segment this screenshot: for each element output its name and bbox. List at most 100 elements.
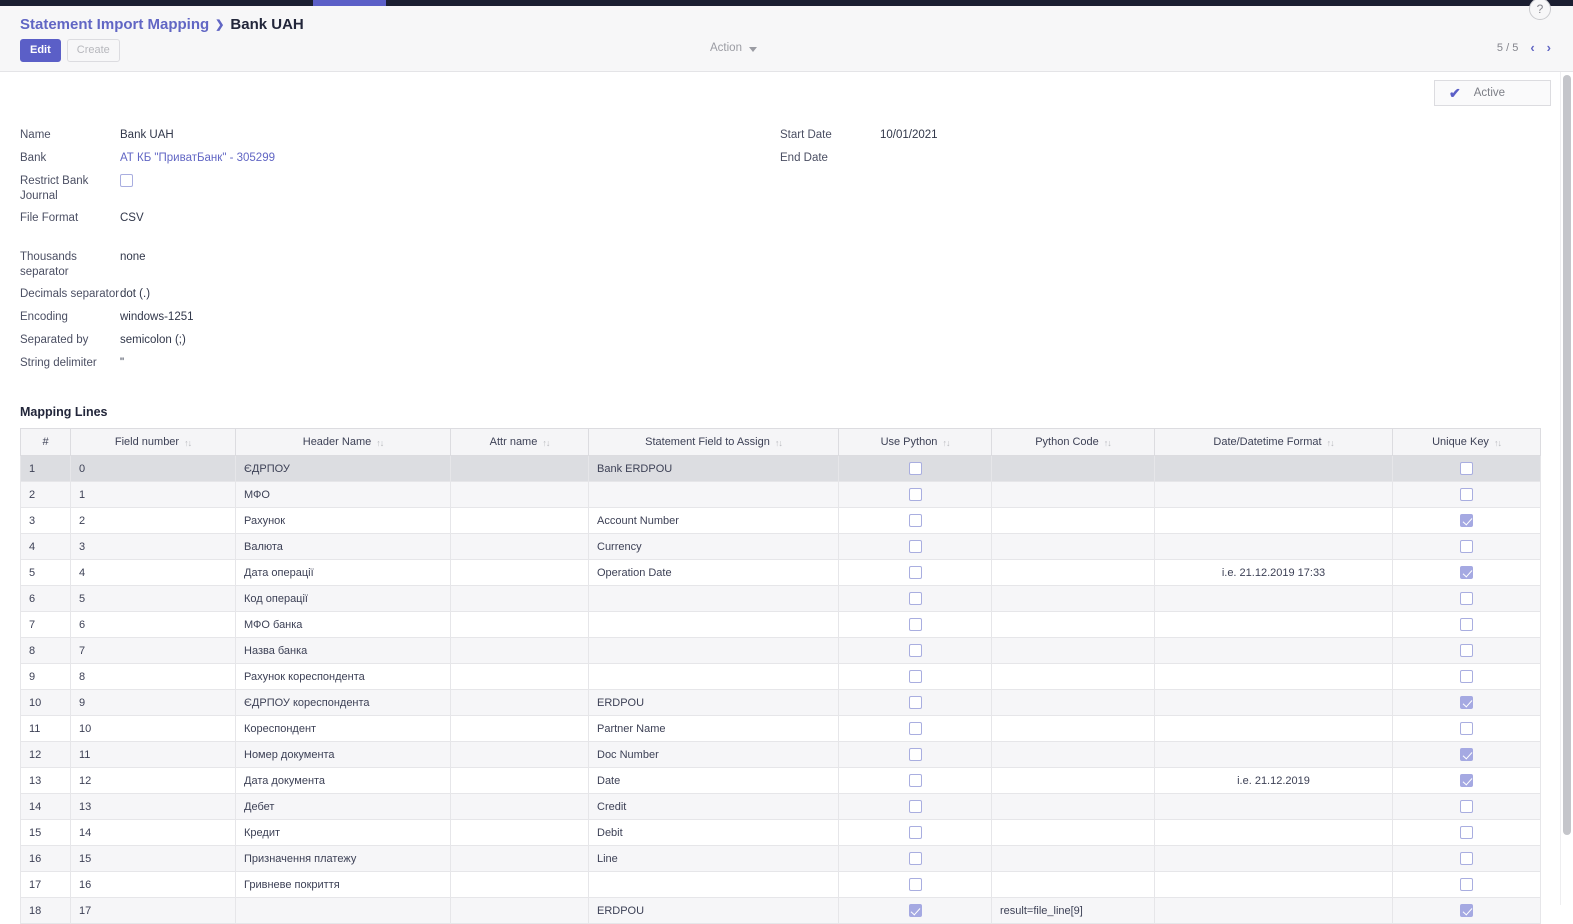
- cell-use-python[interactable]: [838, 663, 992, 690]
- sort-arrows-icon[interactable]: ↑↓: [542, 438, 550, 448]
- use-python-checkbox[interactable]: [908, 462, 922, 475]
- use-python-checkbox[interactable]: [908, 748, 922, 761]
- cell-unique-key[interactable]: [1392, 871, 1541, 898]
- cell-use-python[interactable]: [838, 871, 992, 898]
- column-header-field-number[interactable]: Field number ↑↓: [70, 428, 236, 456]
- use-python-checkbox[interactable]: [908, 514, 922, 527]
- unique-key-checkbox[interactable]: [1460, 462, 1473, 475]
- form-value-link[interactable]: АТ КБ "ПриватБанк" - 305299: [120, 151, 275, 166]
- unique-key-checkbox[interactable]: [1460, 800, 1473, 813]
- table-row[interactable]: 6 5 Код операції: [20, 585, 1541, 612]
- sort-arrows-icon[interactable]: ↑↓: [1327, 438, 1335, 448]
- use-python-checkbox[interactable]: [908, 592, 922, 605]
- cell-unique-key[interactable]: [1392, 689, 1541, 716]
- cell-unique-key[interactable]: [1392, 455, 1541, 482]
- unique-key-checkbox[interactable]: [1460, 852, 1473, 865]
- cell-unique-key[interactable]: [1392, 715, 1541, 742]
- use-python-checkbox[interactable]: [908, 618, 922, 631]
- column-header-python-code[interactable]: Python Code ↑↓: [991, 428, 1155, 456]
- table-row[interactable]: 13 12 Дата документа Date i.e. 21.12.2019: [20, 767, 1541, 794]
- cell-unique-key[interactable]: [1392, 845, 1541, 872]
- cell-use-python[interactable]: [838, 897, 992, 924]
- use-python-checkbox[interactable]: [908, 852, 922, 865]
- table-row[interactable]: 16 15 Призначення платежу Line: [20, 845, 1541, 872]
- cell-use-python[interactable]: [838, 611, 992, 638]
- cell-unique-key[interactable]: [1392, 481, 1541, 508]
- unique-key-checkbox[interactable]: [1460, 904, 1473, 917]
- unique-key-checkbox[interactable]: [1460, 540, 1473, 553]
- pager-next-icon[interactable]: ›: [1547, 41, 1551, 54]
- table-row[interactable]: 15 14 Кредит Debit: [20, 819, 1541, 846]
- cell-unique-key[interactable]: [1392, 897, 1541, 924]
- use-python-checkbox[interactable]: [908, 904, 922, 917]
- unique-key-checkbox[interactable]: [1460, 514, 1473, 527]
- table-row[interactable]: 8 7 Назва банка: [20, 637, 1541, 664]
- table-row[interactable]: 5 4 Дата операції Operation Date i.e. 21.12.…: [20, 559, 1541, 586]
- cell-unique-key[interactable]: [1392, 585, 1541, 612]
- unique-key-checkbox[interactable]: [1460, 488, 1473, 501]
- cell-unique-key[interactable]: [1392, 559, 1541, 586]
- column-header-unique-key[interactable]: Unique Key ↑↓: [1392, 428, 1541, 456]
- table-row[interactable]: 10 9 ЄДРПОУ кореспондента ERDPOU: [20, 689, 1541, 716]
- cell-use-python[interactable]: [838, 819, 992, 846]
- cell-unique-key[interactable]: [1392, 507, 1541, 534]
- unique-key-checkbox[interactable]: [1460, 670, 1473, 683]
- unique-key-checkbox[interactable]: [1460, 696, 1473, 709]
- use-python-checkbox[interactable]: [908, 566, 922, 579]
- cell-use-python[interactable]: [838, 689, 992, 716]
- use-python-checkbox[interactable]: [908, 488, 922, 501]
- cell-use-python[interactable]: [838, 793, 992, 820]
- cell-unique-key[interactable]: [1392, 819, 1541, 846]
- table-row[interactable]: 17 16 Гривневе покриття: [20, 871, 1541, 898]
- sort-arrows-icon[interactable]: ↑↓: [942, 438, 950, 448]
- cell-use-python[interactable]: [838, 455, 992, 482]
- unique-key-checkbox[interactable]: [1460, 774, 1473, 787]
- column-header-statement-field-to-assign[interactable]: Statement Field to Assign ↑↓: [588, 428, 839, 456]
- sort-arrows-icon[interactable]: ↑↓: [184, 438, 192, 448]
- table-row[interactable]: 3 2 Рахунок Account Number: [20, 507, 1541, 534]
- cell-unique-key[interactable]: [1392, 611, 1541, 638]
- cell-use-python[interactable]: [838, 507, 992, 534]
- sort-arrows-icon[interactable]: ↑↓: [1494, 438, 1502, 448]
- column-header-[interactable]: #: [20, 428, 71, 456]
- unique-key-checkbox[interactable]: [1460, 826, 1473, 839]
- sort-arrows-icon[interactable]: ↑↓: [1104, 438, 1112, 448]
- table-row[interactable]: 1 0 ЄДРПОУ Bank ERDPOU: [20, 455, 1541, 482]
- unique-key-checkbox[interactable]: [1460, 644, 1473, 657]
- sort-arrows-icon[interactable]: ↑↓: [775, 438, 783, 448]
- use-python-checkbox[interactable]: [908, 878, 922, 891]
- unique-key-checkbox[interactable]: [1460, 722, 1473, 735]
- use-python-checkbox[interactable]: [908, 774, 922, 787]
- use-python-checkbox[interactable]: [908, 644, 922, 657]
- unique-key-checkbox[interactable]: [1460, 592, 1473, 605]
- cell-unique-key[interactable]: [1392, 767, 1541, 794]
- create-button[interactable]: Create: [66, 39, 120, 62]
- page-scrollbar-thumb[interactable]: [1563, 75, 1571, 835]
- column-header-attr-name[interactable]: Attr name ↑↓: [450, 428, 589, 456]
- column-header-use-python[interactable]: Use Python ↑↓: [838, 428, 992, 456]
- edit-button[interactable]: Edit: [20, 39, 61, 62]
- sort-arrows-icon[interactable]: ↑↓: [376, 438, 384, 448]
- column-header-header-name[interactable]: Header Name ↑↓: [235, 428, 451, 456]
- cell-use-python[interactable]: [838, 741, 992, 768]
- cell-unique-key[interactable]: [1392, 637, 1541, 664]
- cell-unique-key[interactable]: [1392, 533, 1541, 560]
- table-row[interactable]: 7 6 МФО банка: [20, 611, 1541, 638]
- cell-unique-key[interactable]: [1392, 663, 1541, 690]
- breadcrumb-root-link[interactable]: Statement Import Mapping: [20, 16, 209, 34]
- use-python-checkbox[interactable]: [908, 670, 922, 683]
- table-row[interactable]: 18 17 ERDPOU result=file_line[9]: [20, 897, 1541, 924]
- table-row[interactable]: 9 8 Рахунок кореспондента: [20, 663, 1541, 690]
- use-python-checkbox[interactable]: [908, 722, 922, 735]
- cell-use-python[interactable]: [838, 715, 992, 742]
- cell-use-python[interactable]: [838, 559, 992, 586]
- unique-key-checkbox[interactable]: [1460, 618, 1473, 631]
- cell-unique-key[interactable]: [1392, 741, 1541, 768]
- cell-use-python[interactable]: [838, 767, 992, 794]
- unique-key-checkbox[interactable]: [1460, 878, 1473, 891]
- restrict-bank-journal-checkbox[interactable]: [120, 174, 133, 188]
- cell-use-python[interactable]: [838, 533, 992, 560]
- use-python-checkbox[interactable]: [908, 800, 922, 813]
- table-row[interactable]: 2 1 МФО: [20, 481, 1541, 508]
- action-dropdown[interactable]: Action: [710, 42, 757, 54]
